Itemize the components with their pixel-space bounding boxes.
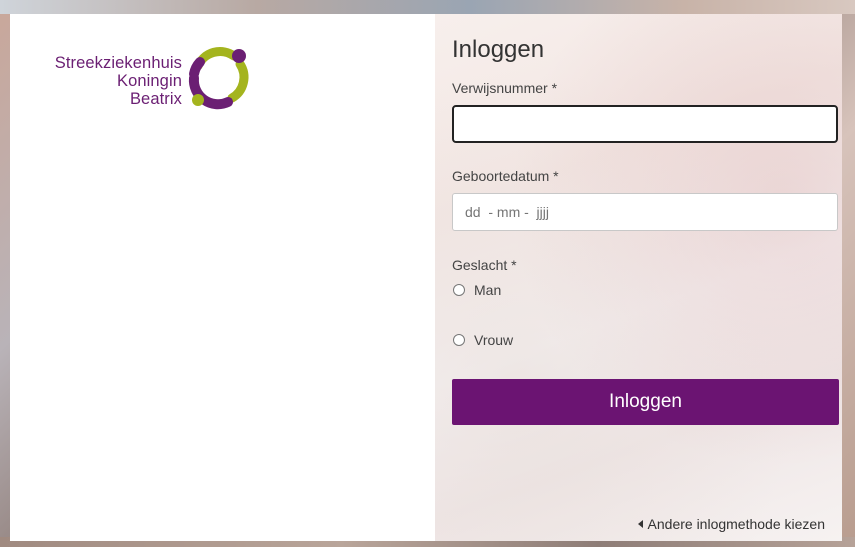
- login-form: Inloggen Verwijsnummer * Geboortedatum *…: [452, 36, 842, 425]
- alternative-login-link[interactable]: Andere inlogmethode kiezen: [637, 516, 825, 532]
- logo-line-1: Streekziekenhuis: [54, 54, 182, 72]
- alternative-login-label: Andere inlogmethode kiezen: [647, 516, 825, 532]
- brand-panel: Streekziekenhuis Koningin Beatrix: [10, 14, 435, 541]
- page-title: Inloggen: [452, 36, 545, 63]
- logo-ring-icon: [188, 47, 249, 110]
- referral-number-label: Verwijsnummer *: [452, 80, 558, 96]
- gender-option-man-label: Man: [474, 282, 502, 298]
- login-panel: Inloggen Verwijsnummer * Geboortedatum *…: [435, 14, 842, 541]
- birthdate-label: Geboortedatum *: [452, 168, 559, 184]
- logo-line-2: Koningin: [116, 72, 182, 90]
- login-card: Streekziekenhuis Koningin Beatrix Inlogg…: [10, 14, 842, 541]
- gender-option-vrouw[interactable]: Vrouw: [452, 330, 842, 350]
- birthdate-input[interactable]: [452, 193, 838, 231]
- gender-option-vrouw-label: Vrouw: [474, 332, 514, 348]
- gender-option-man[interactable]: Man: [452, 280, 842, 300]
- referral-number-input[interactable]: [452, 105, 838, 143]
- gender-label: Geslacht *: [452, 257, 517, 273]
- background-top-strip: [0, 0, 855, 14]
- login-button[interactable]: Inloggen: [452, 379, 839, 425]
- radio-vrouw[interactable]: [453, 334, 465, 346]
- logo-line-3: Beatrix: [129, 90, 182, 108]
- caret-left-icon: [637, 520, 643, 528]
- radio-man[interactable]: [453, 284, 465, 296]
- hospital-logo: Streekziekenhuis Koningin Beatrix: [32, 42, 262, 112]
- logo-text: Streekziekenhuis Koningin Beatrix: [55, 54, 182, 108]
